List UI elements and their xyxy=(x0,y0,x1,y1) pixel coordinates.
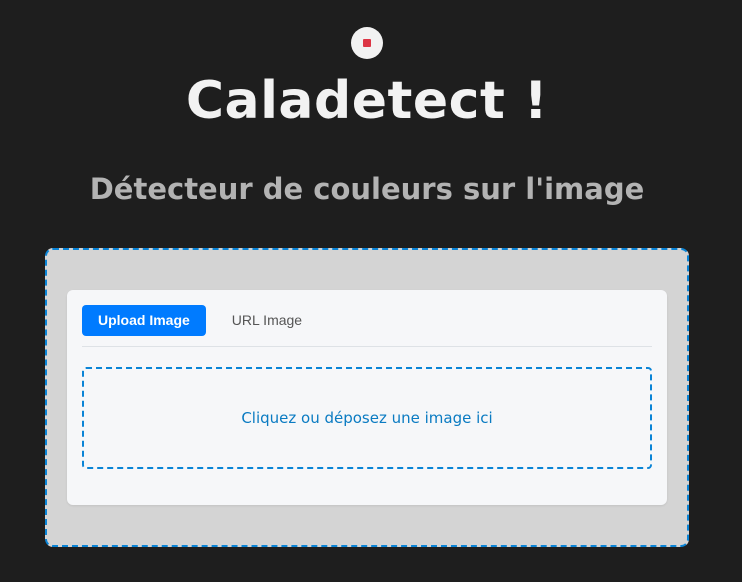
dropzone-text: Cliquez ou déposez une image ici xyxy=(241,409,493,427)
page-title: Caladetect ! xyxy=(185,71,549,131)
upload-tabs: Upload Image URL Image xyxy=(82,305,652,347)
page-subtitle: Détecteur de couleurs sur l'image xyxy=(89,172,645,206)
tab-url-image[interactable]: URL Image xyxy=(216,305,318,336)
logo xyxy=(351,27,383,59)
record-icon xyxy=(363,39,371,47)
outer-dropzone[interactable]: Upload Image URL Image Cliquez ou dépose… xyxy=(45,248,689,547)
upload-card: Upload Image URL Image Cliquez ou dépose… xyxy=(67,290,667,505)
tab-upload-image[interactable]: Upload Image xyxy=(82,305,206,336)
image-dropzone[interactable]: Cliquez ou déposez une image ici xyxy=(82,367,652,469)
page: Caladetect ! Détecteur de couleurs sur l… xyxy=(0,0,742,582)
